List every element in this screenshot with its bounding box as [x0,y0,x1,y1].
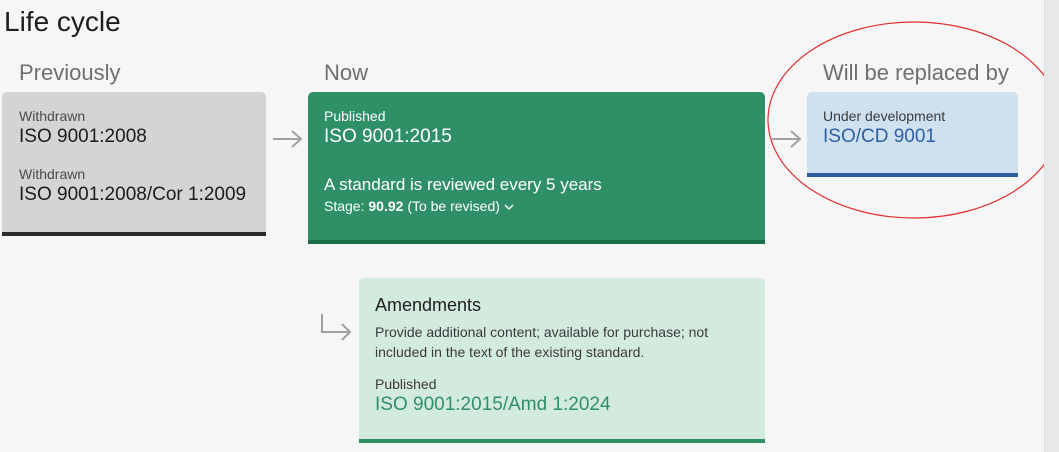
stage-toggle[interactable]: Stage: 90.92 (To be revised) [324,198,765,214]
previous-standard-link-2[interactable]: ISO 9001:2008/Cor 1:2009 [19,184,266,206]
current-standard-title: ISO 9001:2015 [324,126,452,147]
previous-standard-link-1[interactable]: ISO 9001:2008 [19,126,266,148]
chevron-down-icon [504,204,514,211]
arrow-down-right-icon [321,314,352,341]
annotation-ellipse [767,21,1059,219]
review-info: A standard is reviewed every 5 years [324,175,602,194]
previous-status-2: Withdrawn [19,166,86,182]
column-heading-now: Now [324,60,369,85]
amendments-description: Provide additional content; available fo… [375,324,709,360]
stage-note: (To be revised) [407,198,500,214]
previous-versions-card: Withdrawn ISO 9001:2008 Withdrawn ISO 90… [2,92,266,236]
column-heading-previously: Previously [19,60,121,85]
page-title: Life cycle [4,6,121,37]
stage-value: 90.92 [368,198,404,214]
vertical-scrollbar[interactable] [1044,0,1059,452]
current-version-card: Published ISO 9001:2015 A standard is re… [308,92,765,244]
amendments-card: Amendments Provide additional content; a… [359,278,765,443]
amendment-status: Published [375,376,437,392]
amendments-title: Amendments [375,295,482,315]
amendment-standard-link[interactable]: ISO 9001:2015/Amd 1:2024 [375,394,765,416]
current-status: Published [324,108,386,124]
arrow-right-icon [273,130,303,148]
previous-status-1: Withdrawn [19,108,86,124]
stage-label: Stage: [324,198,365,214]
